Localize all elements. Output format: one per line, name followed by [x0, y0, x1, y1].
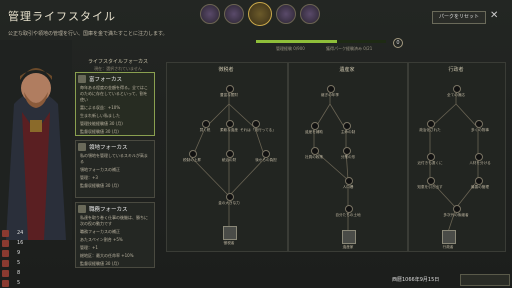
perk-node[interactable] [427, 153, 435, 161]
perk-label: 政治化された [419, 128, 441, 132]
perk-label: 知恵を引き出す [417, 185, 443, 189]
perk-node[interactable] [427, 177, 435, 185]
lifestyle-window: 管理ライフスタイル パークをリセット ✕ 公正な取引や領地の管理を行い、国庫を金… [0, 0, 512, 288]
perk-label: 継ぎの年季 [321, 93, 339, 97]
perk-label: 近付きも遠くに [417, 161, 443, 165]
perk-label: 社員の政策 [305, 155, 323, 159]
trait-label: 徴税者 [223, 241, 235, 245]
perk-label: 統治の財 [221, 158, 237, 162]
perk-node[interactable] [345, 177, 353, 185]
perk-node[interactable] [226, 85, 234, 93]
perk-label: それは「流行ってる」 [240, 128, 276, 132]
perk-node[interactable] [189, 150, 197, 158]
perk-node[interactable] [226, 193, 234, 201]
perk-label: 後からの負担 [255, 158, 277, 162]
perk-label: 自分たちの土地 [335, 213, 361, 217]
perk-node[interactable] [226, 120, 234, 128]
perk-node[interactable] [252, 120, 260, 128]
perk-label: 多次代の後継者 [443, 213, 469, 217]
perk-node[interactable] [343, 122, 351, 130]
perk-node[interactable] [475, 120, 483, 128]
perk-label: 主命の制 [340, 130, 356, 134]
perk-label: 多くの物事 [471, 128, 489, 132]
perk-label: 人口爆 [342, 185, 354, 189]
perk-node[interactable] [202, 120, 210, 128]
trait-label: 行政者 [442, 245, 454, 249]
game-date: 西暦1066年9月15日 [392, 277, 440, 283]
tree-trait-icon[interactable] [442, 230, 456, 244]
perk-label: 豊富な蓄財 [220, 93, 238, 97]
perk-node[interactable] [226, 150, 234, 158]
perk-label: 遺産を補助 [305, 130, 323, 134]
perk-node[interactable] [475, 153, 483, 161]
perk-label: 最善の管理 [471, 185, 489, 189]
game-speed-control[interactable] [460, 274, 510, 286]
perk-node[interactable] [343, 147, 351, 155]
perk-label: 人材を分ける [469, 161, 491, 165]
perk-node[interactable] [345, 205, 353, 213]
perk-label: 分業の形 [340, 155, 356, 159]
perk-label: 全ての適応 [447, 93, 465, 97]
perk-label: 金の大きな力 [218, 201, 240, 205]
perk-node[interactable] [475, 177, 483, 185]
perk-node[interactable] [453, 85, 461, 93]
perk-node[interactable] [262, 150, 270, 158]
trait-label: 遺産家 [342, 245, 354, 249]
perk-node[interactable] [453, 205, 461, 213]
perk-label: 税制の上昇 [183, 158, 201, 162]
perk-node[interactable] [327, 85, 335, 93]
perk-node[interactable] [311, 122, 319, 130]
tree-trait-icon[interactable] [342, 230, 356, 244]
perk-node[interactable] [311, 147, 319, 155]
tree-trait-icon[interactable] [223, 226, 237, 240]
perk-node[interactable] [427, 120, 435, 128]
